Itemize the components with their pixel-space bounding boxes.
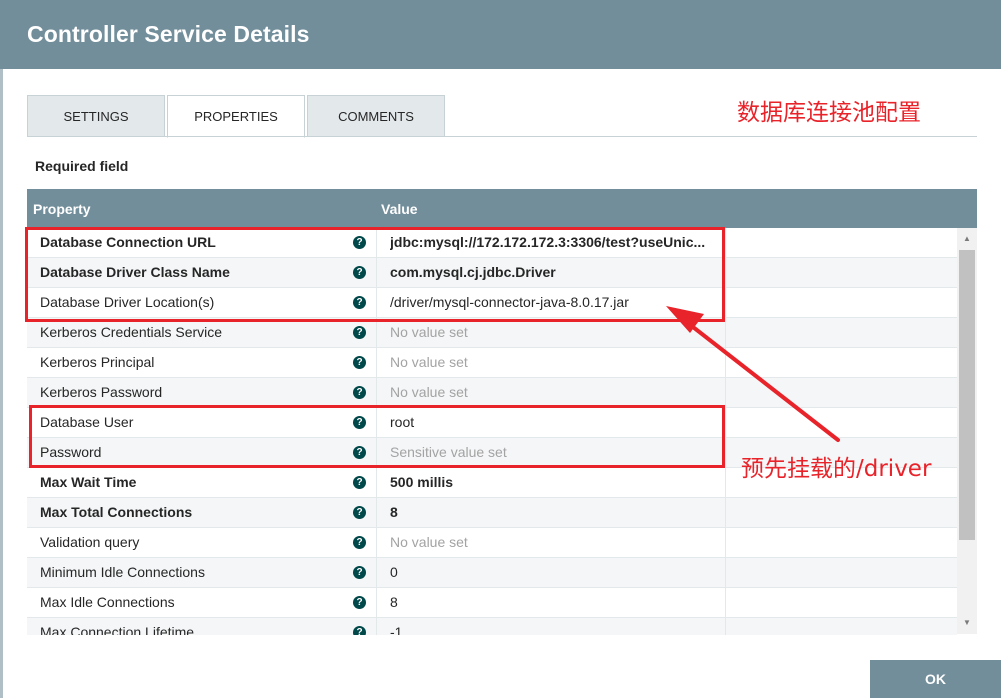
ok-button[interactable]: OK <box>870 660 1001 698</box>
controller-service-dialog: Controller Service Details SETTINGS PROP… <box>0 0 1001 698</box>
annotation-driver-note: 预先挂载的/driver <box>741 456 932 482</box>
annotation-arrow <box>666 306 840 442</box>
